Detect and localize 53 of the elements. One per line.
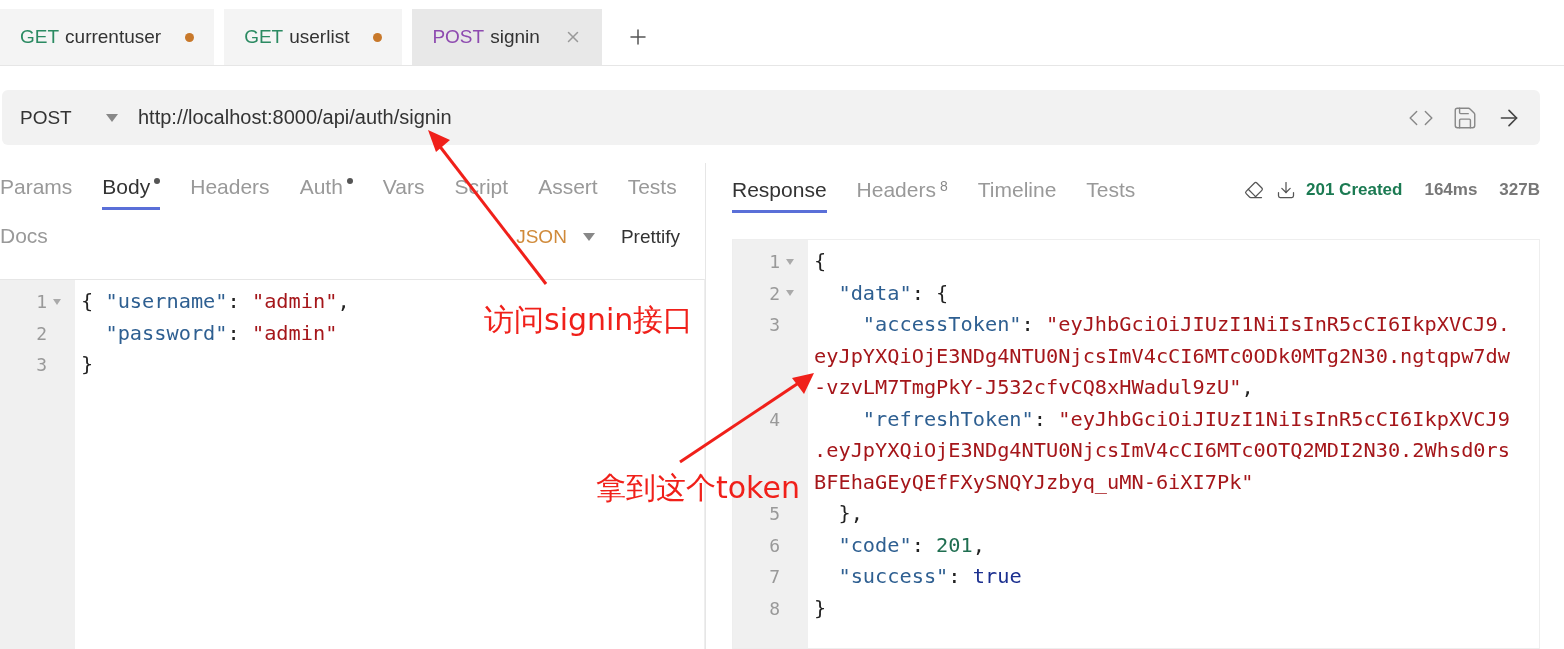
caret-icon — [105, 113, 118, 122]
body-tab[interactable]: Params — [0, 175, 73, 210]
url-field[interactable]: http://localhost:8000/api/auth/signin — [138, 106, 1390, 129]
fold-icon[interactable] — [786, 258, 794, 265]
body-mode-select[interactable]: JSON — [516, 225, 595, 248]
line-number: 1 — [769, 251, 780, 273]
line-number: 3 — [769, 314, 780, 336]
request-tab[interactable]: GET userlist — [224, 9, 403, 65]
line-number: 2 — [769, 282, 780, 304]
response-tab[interactable]: Timeline — [977, 177, 1057, 213]
body-tab[interactable]: Vars — [382, 175, 425, 210]
code-line: eyJpYXQiOjE3NDg4NTU0NjcsImV4cCI6MTc0ODk0MTg2N30.ngtqpw7dw — [813, 342, 1510, 370]
code-line: BFEhaGEyQEfFXySNQYJzbyq_uMN-6iXI7Pk" — [813, 468, 1254, 496]
status-code: 201 Created — [1306, 180, 1403, 200]
response-tab[interactable]: Tests — [1086, 177, 1136, 213]
request-tab[interactable]: POST signin — [412, 9, 602, 65]
line-number: 4 — [769, 408, 780, 430]
body-tab[interactable]: Auth — [299, 175, 353, 210]
body-tab[interactable]: Assert — [538, 175, 598, 210]
line-number: 6 — [769, 534, 780, 556]
body-tab[interactable]: Body — [102, 175, 161, 210]
code-line: "code": 201, — [837, 531, 985, 559]
line-number: 7 — [769, 566, 780, 588]
request-tab[interactable]: GET currentuser — [0, 9, 215, 65]
code-line: "data": { — [837, 279, 949, 307]
code-line: "password": "admin" — [104, 319, 338, 347]
body-tab[interactable]: Headers — [190, 175, 270, 210]
eraser-icon[interactable] — [1244, 180, 1265, 200]
body-tab[interactable]: Docs — [0, 224, 48, 259]
code-line: { "username": "admin", — [80, 288, 350, 315]
code-line: "refreshToken": "eyJhbGciOiJIUzI1NiIsInR5cCI6IkpXVCJ9 — [861, 405, 1510, 433]
caret-icon — [582, 232, 595, 241]
line-number: 2 — [36, 322, 47, 344]
response-time: 164ms — [1424, 180, 1478, 200]
body-tab[interactable]: Tests — [627, 175, 677, 210]
code-line: } — [80, 351, 94, 378]
response-tab[interactable]: Response — [732, 177, 827, 213]
code-line: "accessToken": "eyJhbGciOiJIUzI1NiIsInR5cCI6IkpXVCJ9. — [861, 311, 1510, 338]
code-line: -vzvLM7TmgPkY-J532cfvCQ8xHWadul9zU", — [813, 374, 1254, 401]
code-line: .eyJpYXQiOjE3NDg4NTU0NjcsImV4cCI6MTc0OTQ2MDI2N30.2Whsd0rs — [813, 437, 1510, 464]
fold-icon[interactable] — [786, 290, 794, 297]
fold-icon[interactable] — [53, 298, 61, 305]
response-size: 327B — [1499, 180, 1540, 200]
code-line: "success": true — [837, 563, 1022, 590]
line-number: 1 — [36, 291, 47, 313]
code-line: }, — [837, 500, 863, 527]
method-select[interactable]: POST — [20, 106, 120, 129]
line-number: 8 — [769, 597, 780, 619]
line-number: 3 — [36, 354, 47, 376]
code-line: } — [813, 594, 827, 622]
prettify-button[interactable]: Prettify — [606, 225, 680, 248]
code-line: { — [813, 248, 827, 275]
download-icon[interactable] — [1276, 180, 1297, 200]
